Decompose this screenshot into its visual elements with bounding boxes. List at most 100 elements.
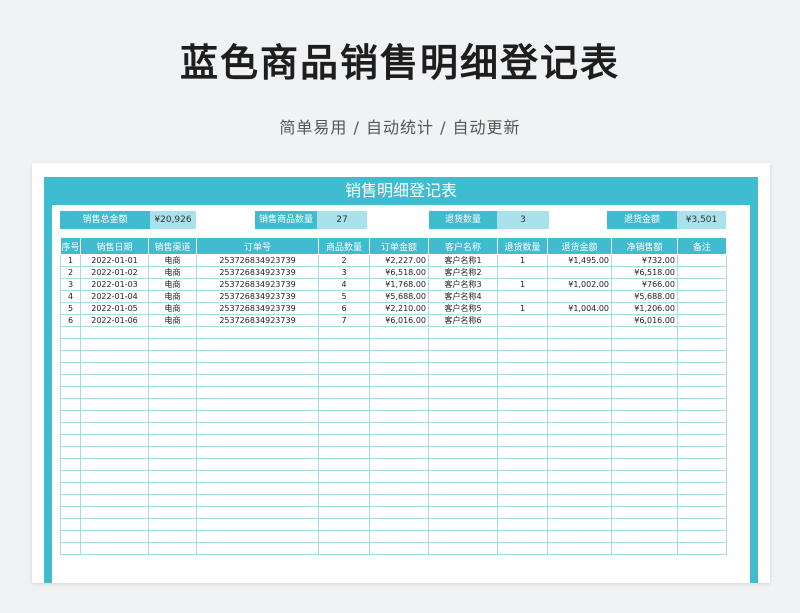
table-cell[interactable]: [428, 386, 498, 399]
table-cell[interactable]: [428, 398, 498, 411]
table-cell[interactable]: [60, 362, 81, 375]
table-cell[interactable]: [318, 374, 370, 387]
table-cell[interactable]: [196, 446, 319, 459]
table-cell[interactable]: [497, 446, 548, 459]
table-cell[interactable]: ¥2,227.00: [369, 254, 429, 267]
table-cell[interactable]: [677, 542, 727, 555]
table-cell[interactable]: [677, 254, 727, 267]
table-cell[interactable]: [369, 542, 429, 555]
column-header[interactable]: 净销售额: [611, 237, 678, 255]
table-cell[interactable]: [196, 506, 319, 519]
table-cell[interactable]: [60, 470, 81, 483]
table-cell[interactable]: [196, 398, 319, 411]
table-cell[interactable]: ¥6,518.00: [369, 266, 429, 279]
table-cell[interactable]: [148, 362, 197, 375]
table-cell[interactable]: [677, 482, 727, 495]
table-cell[interactable]: [148, 410, 197, 423]
table-cell[interactable]: [148, 374, 197, 387]
table-cell[interactable]: [60, 482, 81, 495]
table-cell[interactable]: [677, 290, 727, 303]
table-cell[interactable]: 1: [497, 254, 548, 267]
column-header[interactable]: 退货金额: [547, 237, 612, 255]
table-cell[interactable]: [611, 530, 678, 543]
table-cell[interactable]: [611, 482, 678, 495]
table-cell[interactable]: [196, 374, 319, 387]
table-cell[interactable]: 1: [497, 278, 548, 291]
table-cell[interactable]: [497, 542, 548, 555]
table-cell[interactable]: [497, 458, 548, 471]
table-cell[interactable]: ¥6,518.00: [611, 266, 678, 279]
table-cell[interactable]: [369, 350, 429, 363]
table-cell[interactable]: [196, 458, 319, 471]
table-cell[interactable]: 2022-01-02: [80, 266, 149, 279]
table-cell[interactable]: [497, 470, 548, 483]
table-cell[interactable]: [318, 422, 370, 435]
table-cell[interactable]: [677, 410, 727, 423]
table-cell[interactable]: [369, 518, 429, 531]
table-cell[interactable]: 客户名称3: [428, 278, 498, 291]
table-cell[interactable]: [318, 350, 370, 363]
table-cell[interactable]: [497, 386, 548, 399]
table-cell[interactable]: [677, 338, 727, 351]
table-cell[interactable]: [148, 530, 197, 543]
summary-value-total-sales[interactable]: ¥20,926: [150, 211, 196, 229]
table-cell[interactable]: [60, 458, 81, 471]
column-header[interactable]: 备注: [677, 237, 727, 255]
table-cell[interactable]: [369, 530, 429, 543]
table-cell[interactable]: [547, 374, 612, 387]
table-cell[interactable]: [60, 518, 81, 531]
table-cell[interactable]: [547, 266, 612, 279]
table-cell[interactable]: [369, 386, 429, 399]
table-cell[interactable]: [677, 326, 727, 339]
table-cell[interactable]: [428, 470, 498, 483]
table-cell[interactable]: 6: [60, 314, 81, 327]
table-cell[interactable]: [148, 398, 197, 411]
table-cell[interactable]: 电商: [148, 266, 197, 279]
table-cell[interactable]: [148, 542, 197, 555]
table-cell[interactable]: [196, 410, 319, 423]
table-cell[interactable]: 253726834923739: [196, 290, 319, 303]
table-cell[interactable]: [318, 470, 370, 483]
table-cell[interactable]: 253726834923739: [196, 302, 319, 315]
table-cell[interactable]: [80, 434, 149, 447]
table-cell[interactable]: [611, 362, 678, 375]
table-cell[interactable]: [497, 314, 548, 327]
table-cell[interactable]: 253726834923739: [196, 254, 319, 267]
table-cell[interactable]: ¥2,210.00: [369, 302, 429, 315]
table-cell[interactable]: [677, 518, 727, 531]
table-cell[interactable]: [318, 530, 370, 543]
table-cell[interactable]: [677, 302, 727, 315]
table-cell[interactable]: [196, 350, 319, 363]
table-cell[interactable]: [369, 326, 429, 339]
table-cell[interactable]: [677, 494, 727, 507]
table-cell[interactable]: 4: [318, 278, 370, 291]
table-cell[interactable]: [611, 542, 678, 555]
table-cell[interactable]: [148, 386, 197, 399]
column-header[interactable]: 销售渠道: [148, 237, 197, 255]
table-cell[interactable]: [80, 326, 149, 339]
table-cell[interactable]: 253726834923739: [196, 314, 319, 327]
table-cell[interactable]: [497, 518, 548, 531]
table-cell[interactable]: ¥1,495.00: [547, 254, 612, 267]
table-cell[interactable]: [369, 506, 429, 519]
table-cell[interactable]: [60, 326, 81, 339]
table-cell[interactable]: [369, 482, 429, 495]
table-cell[interactable]: [148, 518, 197, 531]
table-cell[interactable]: [677, 434, 727, 447]
table-cell[interactable]: [428, 530, 498, 543]
summary-value-return-quantity[interactable]: 3: [497, 211, 549, 229]
table-cell[interactable]: [196, 338, 319, 351]
table-cell[interactable]: [369, 362, 429, 375]
table-cell[interactable]: [60, 446, 81, 459]
table-cell[interactable]: [428, 506, 498, 519]
table-cell[interactable]: [80, 386, 149, 399]
column-header[interactable]: 序号: [60, 237, 81, 255]
table-cell[interactable]: [497, 482, 548, 495]
table-cell[interactable]: [80, 398, 149, 411]
table-cell[interactable]: [428, 374, 498, 387]
table-cell[interactable]: [547, 398, 612, 411]
table-cell[interactable]: [60, 398, 81, 411]
table-cell[interactable]: [318, 410, 370, 423]
table-cell[interactable]: [318, 542, 370, 555]
table-cell[interactable]: [148, 350, 197, 363]
